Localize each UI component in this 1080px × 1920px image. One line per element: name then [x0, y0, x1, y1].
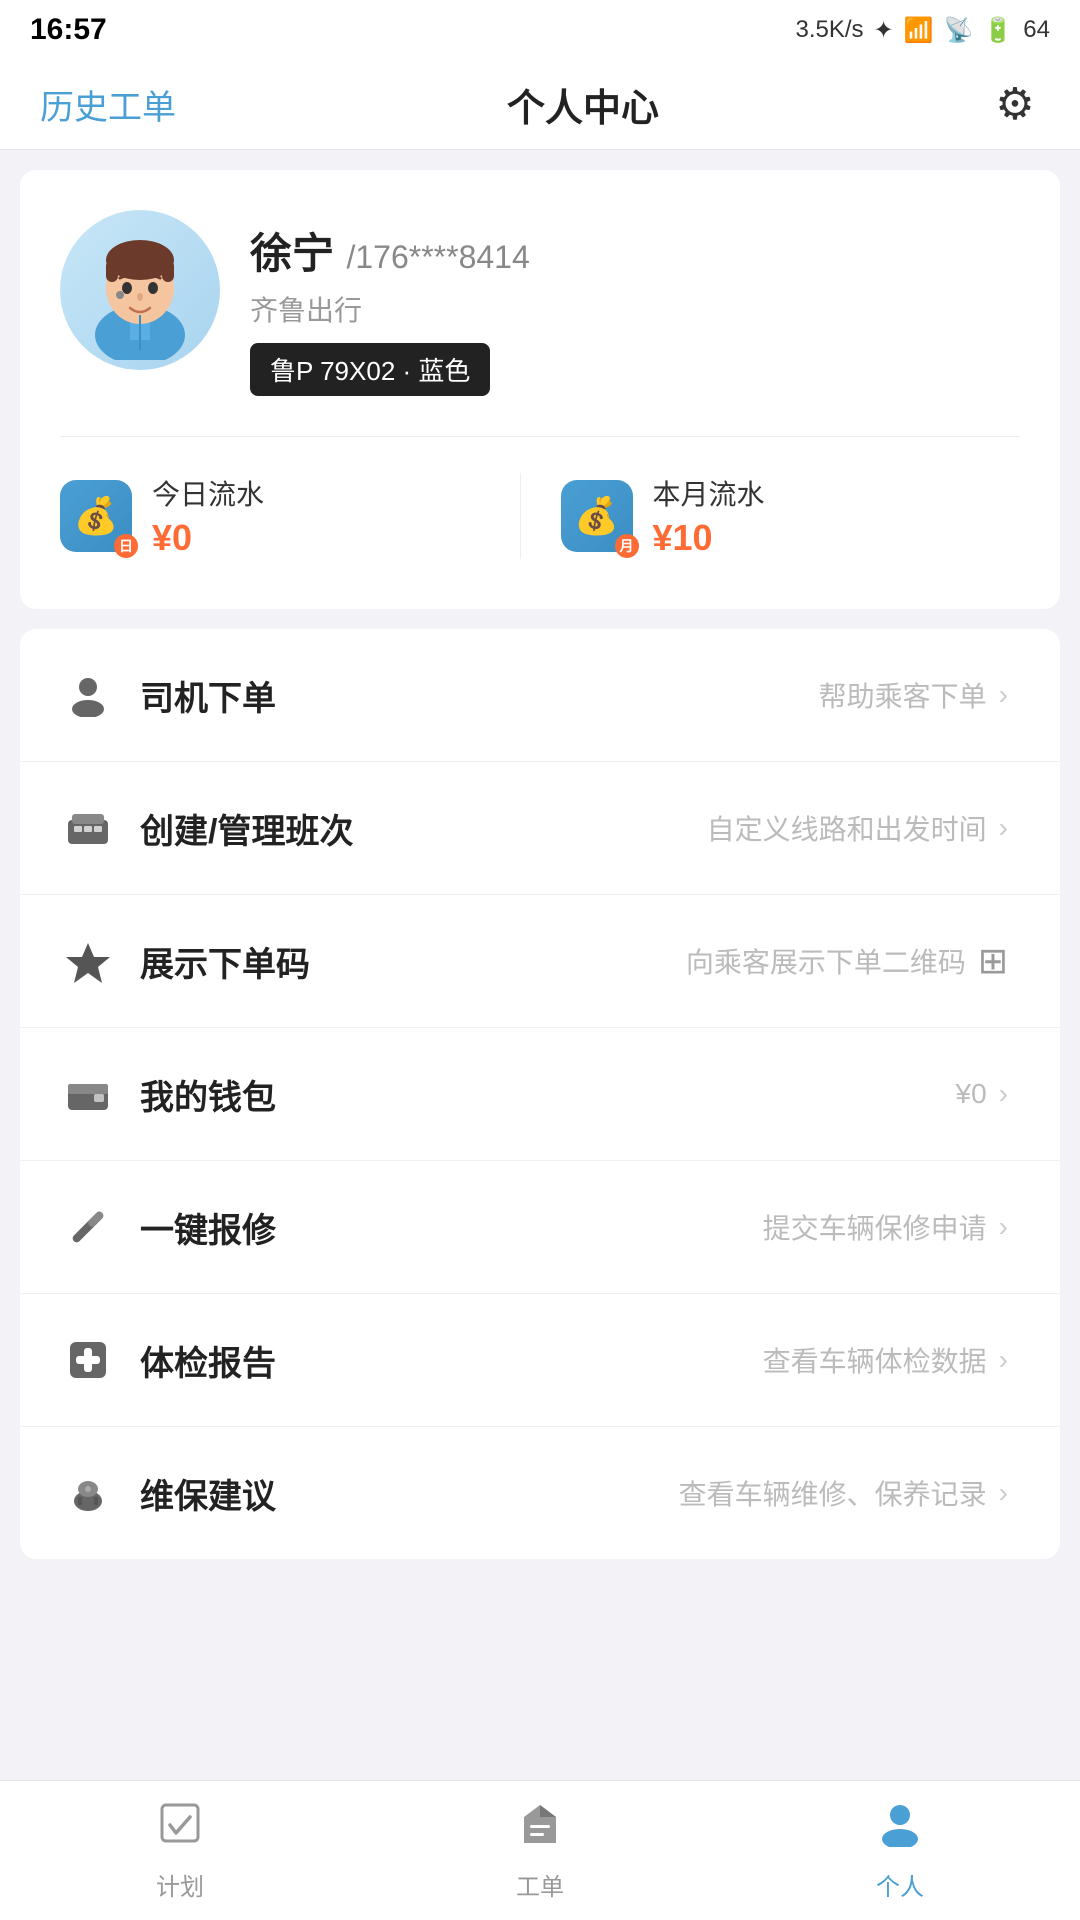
- gear-icon: ⚙: [995, 79, 1034, 130]
- daily-revenue-icon: 💰 日: [60, 480, 132, 552]
- maintenance-desc: 查看车辆维修、保养记录 ›: [679, 1473, 1008, 1513]
- chevron-icon: ›: [999, 679, 1008, 711]
- health-icon: [60, 1332, 116, 1388]
- driver-order-label: 司机下单: [140, 671, 819, 720]
- menu-item-health[interactable]: 体检报告 查看车辆体检数据 ›: [20, 1294, 1060, 1427]
- nav-item-plan[interactable]: 计划: [0, 1799, 360, 1902]
- qr-icon: ⊞: [978, 940, 1008, 982]
- plan-label: 计划: [156, 1867, 204, 1902]
- monthly-value: ¥10: [653, 517, 765, 559]
- status-icons: 3.5K/s ✦ 📶 📡 🔋 64: [795, 16, 1050, 45]
- user-company: 齐鲁出行: [250, 289, 1020, 329]
- qr-code-icon: [60, 933, 116, 989]
- profile-nav-icon: [876, 1799, 924, 1859]
- wallet-label: 我的钱包: [140, 1070, 956, 1119]
- user-name: 徐宁: [250, 230, 334, 277]
- nav-item-profile[interactable]: 个人: [720, 1799, 1080, 1902]
- wifi-icon: 📡: [944, 16, 974, 45]
- daily-value: ¥0: [152, 517, 264, 559]
- monthly-label: 本月流水: [653, 473, 765, 513]
- menu-item-wallet[interactable]: 我的钱包 ¥0 ›: [20, 1028, 1060, 1161]
- plan-icon: [156, 1799, 204, 1859]
- daily-label: 今日流水: [152, 473, 264, 513]
- chevron-icon: ›: [999, 1344, 1008, 1376]
- schedule-desc: 自定义线路和出发时间 ›: [707, 808, 1008, 848]
- network-speed: 3.5K/s: [795, 16, 863, 44]
- driver-order-desc: 帮助乘客下单 ›: [819, 675, 1008, 715]
- license-plate: 鲁P 79X02 · 蓝色: [250, 343, 490, 396]
- profile-card: 徐宁 /176****8414 齐鲁出行 鲁P 79X02 · 蓝色 💰 日 今…: [20, 170, 1060, 609]
- status-time: 16:57: [30, 13, 107, 47]
- wallet-icon: [60, 1066, 116, 1122]
- header: 历史工单 个人中心 ⚙: [0, 60, 1080, 150]
- monthly-badge: 月: [615, 534, 639, 558]
- health-desc: 查看车辆体检数据 ›: [763, 1340, 1008, 1380]
- menu-item-schedule[interactable]: 创建/管理班次 自定义线路和出发时间 ›: [20, 762, 1060, 895]
- qr-code-desc: 向乘客展示下单二维码 ⊞: [686, 940, 1008, 982]
- monthly-revenue-text: 本月流水 ¥10: [653, 473, 765, 559]
- battery-icon: 🔋: [983, 16, 1013, 45]
- menu-item-maintenance[interactable]: 维保建议 查看车辆维修、保养记录 ›: [20, 1427, 1060, 1559]
- chevron-icon: ›: [999, 1211, 1008, 1243]
- bottom-nav: 计划 工单 个人: [0, 1780, 1080, 1920]
- repair-label: 一键报修: [140, 1203, 763, 1252]
- status-bar: 16:57 3.5K/s ✦ 📶 📡 🔋 64: [0, 0, 1080, 60]
- menu-item-repair[interactable]: 一键报修 提交车辆保修申请 ›: [20, 1161, 1060, 1294]
- user-phone: /176****8414: [346, 239, 529, 275]
- maintenance-label: 维保建议: [140, 1469, 679, 1518]
- chevron-icon: ›: [999, 1477, 1008, 1509]
- daily-badge: 日: [114, 534, 138, 558]
- menu-item-qr-code[interactable]: 展示下单码 向乘客展示下单二维码 ⊞: [20, 895, 1060, 1028]
- profile-details: 徐宁 /176****8414 齐鲁出行 鲁P 79X02 · 蓝色: [250, 210, 1020, 396]
- wallet-desc: ¥0 ›: [956, 1078, 1008, 1110]
- bluetooth-icon: ✦: [874, 16, 894, 45]
- avatar: [60, 210, 220, 370]
- monthly-revenue-icon: 💰 月: [561, 480, 633, 552]
- monthly-revenue-stat[interactable]: 💰 月 本月流水 ¥10: [521, 473, 1021, 559]
- maintenance-icon: [60, 1465, 116, 1521]
- orders-label: 工单: [516, 1867, 564, 1902]
- battery-level: 64: [1023, 16, 1050, 44]
- daily-revenue-stat[interactable]: 💰 日 今日流水 ¥0: [60, 473, 521, 559]
- daily-revenue-text: 今日流水 ¥0: [152, 473, 264, 559]
- driver-order-icon: [60, 667, 116, 723]
- qr-code-label: 展示下单码: [140, 937, 686, 986]
- repair-icon: [60, 1199, 116, 1255]
- profile-label: 个人: [876, 1867, 924, 1902]
- schedule-icon: [60, 800, 116, 856]
- menu-item-driver-order[interactable]: 司机下单 帮助乘客下单 ›: [20, 629, 1060, 762]
- profile-name-row: 徐宁 /176****8414: [250, 220, 1020, 281]
- chevron-icon: ›: [999, 812, 1008, 844]
- orders-icon: [516, 1799, 564, 1859]
- profile-info: 徐宁 /176****8414 齐鲁出行 鲁P 79X02 · 蓝色: [60, 210, 1020, 396]
- menu-card: 司机下单 帮助乘客下单 › 创建/管理班次 自定义线路和出发时间 ›: [20, 629, 1060, 1559]
- schedule-label: 创建/管理班次: [140, 804, 707, 853]
- settings-button[interactable]: ⚙: [990, 80, 1040, 130]
- chevron-icon: ›: [999, 1078, 1008, 1110]
- health-label: 体检报告: [140, 1336, 763, 1385]
- history-orders-button[interactable]: 历史工单: [40, 80, 176, 129]
- repair-desc: 提交车辆保修申请 ›: [763, 1207, 1008, 1247]
- stats-row: 💰 日 今日流水 ¥0 💰 月 本月流水 ¥10: [60, 436, 1020, 559]
- signal-icon: 📶: [904, 16, 934, 45]
- page-title: 个人中心: [507, 77, 659, 132]
- nav-item-orders[interactable]: 工单: [360, 1799, 720, 1902]
